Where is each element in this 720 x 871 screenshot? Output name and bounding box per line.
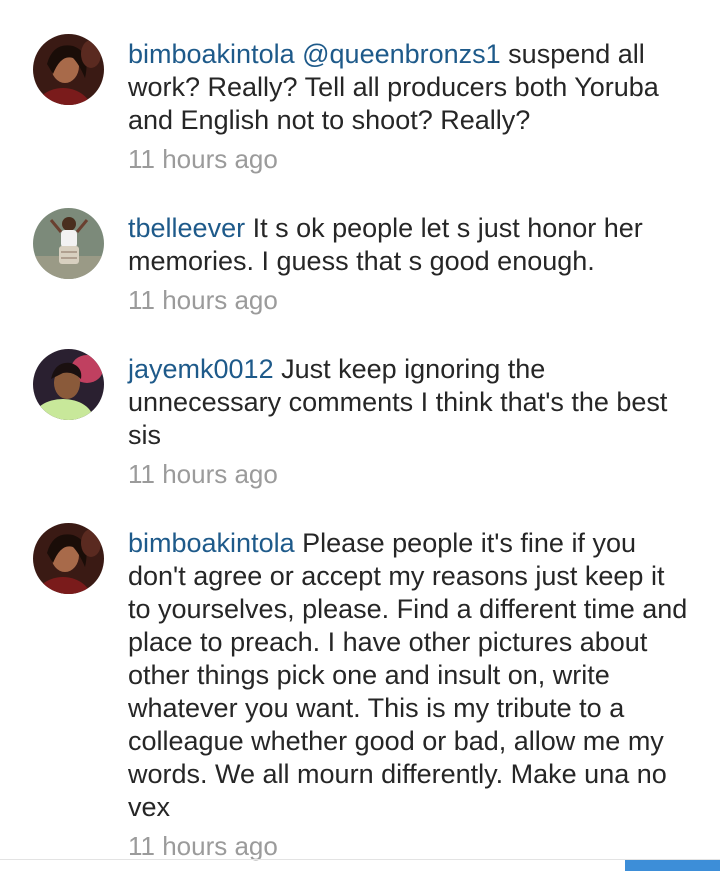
comment-text: tbelleever It s ok people let s just hon… (128, 212, 688, 278)
comment-text: bimboakintola @queenbronzs1 suspend all … (128, 38, 688, 137)
comment-timestamp: 11 hours ago (128, 144, 278, 174)
comment-timestamp: 11 hours ago (128, 285, 278, 315)
comment-timestamp: 11 hours ago (128, 831, 278, 861)
divider (0, 859, 720, 860)
comment-text: bimboakintola Please people it's fine if… (128, 527, 688, 824)
comment-body: Please people it's fine if you don't agr… (128, 528, 688, 822)
avatar-image (33, 349, 104, 420)
avatar-image (33, 208, 104, 279)
comment-username[interactable]: bimboakintola (128, 39, 295, 69)
avatar[interactable] (33, 523, 104, 594)
comment-username[interactable]: tbelleever (128, 213, 245, 243)
comment-mention[interactable]: @queenbronzs1 (302, 39, 501, 69)
avatar[interactable] (33, 208, 104, 279)
comment-username[interactable]: jayemk0012 (128, 354, 274, 384)
avatar[interactable] (33, 349, 104, 420)
scroll-indicator[interactable] (625, 860, 720, 871)
avatar[interactable] (33, 34, 104, 105)
avatar-image (33, 523, 104, 594)
comment-text: jayemk0012 Just keep ignoring the unnece… (128, 353, 688, 452)
comment-username[interactable]: bimboakintola (128, 528, 295, 558)
avatar-image (33, 34, 104, 105)
comment-timestamp: 11 hours ago (128, 459, 278, 489)
